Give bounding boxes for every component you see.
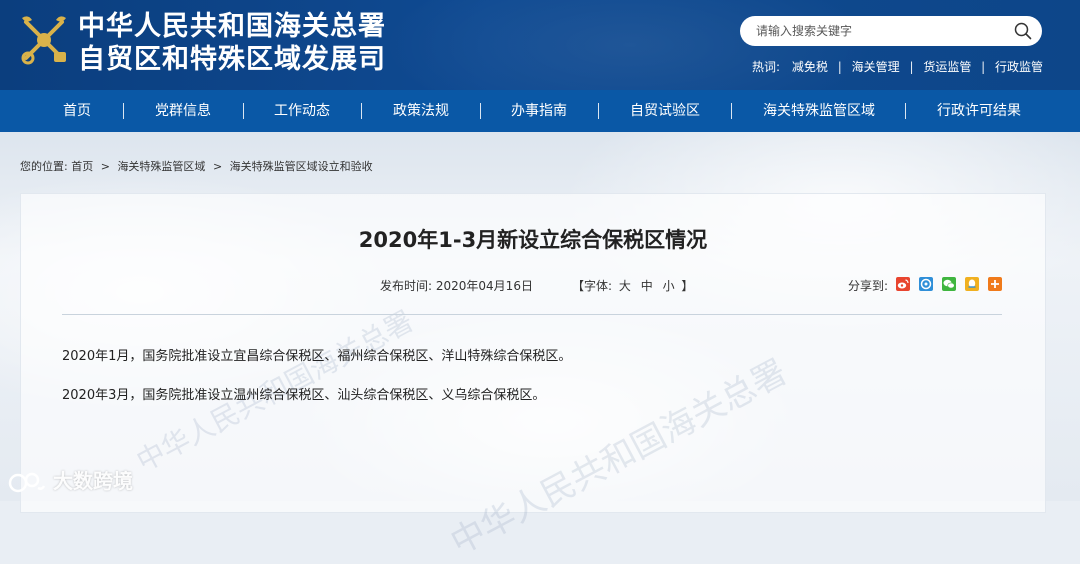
customs-emblem-icon (21, 16, 66, 65)
nav-item-ftz[interactable]: 自贸试验区 (630, 90, 700, 132)
publish-date: 2020年04月16日 (435, 279, 533, 293)
breadcrumb-home[interactable]: 首页 (71, 160, 93, 173)
breadcrumb-establishment[interactable]: 海关特殊监管区域设立和验收 (230, 160, 373, 173)
nav-item-licensing[interactable]: 行政许可结果 (937, 90, 1021, 132)
nav-divider (905, 103, 906, 119)
search-icon[interactable] (1014, 22, 1032, 40)
main-nav: 首页 党群信息 工作动态 政策法规 办事指南 自贸试验区 海关特殊监管区域 行政… (0, 90, 1080, 132)
nav-divider (361, 103, 362, 119)
weibo-icon[interactable] (896, 277, 910, 291)
hotword-link[interactable]: 海关管理 (852, 59, 900, 75)
publish-info: 发布时间: 2020年04月16日 (380, 278, 533, 294)
site-title[interactable]: 中华人民共和国海关总署 自贸区和特殊区域发展司 (78, 10, 386, 76)
breadcrumb-prefix: 您的位置: (20, 160, 68, 173)
nav-item-guide[interactable]: 办事指南 (511, 90, 567, 132)
more-icon[interactable] (988, 277, 1002, 291)
site-header: 中华人民共和国海关总署 自贸区和特殊区域发展司 热词: 减免税 | 海关管理 |… (0, 0, 1080, 90)
breadcrumb-special-zones[interactable]: 海关特殊监管区域 (117, 160, 205, 173)
breadcrumb: 您的位置: 首页 > 海关特殊监管区域 > 海关特殊监管区域设立和验收 (20, 160, 373, 174)
breadcrumb-separator: > (212, 160, 223, 173)
article-title: 2020年1-3月新设立综合保税区情况 (358, 228, 708, 252)
nav-divider (480, 103, 481, 119)
nav-item-home[interactable]: 首页 (63, 90, 91, 132)
font-label-close: 】 (681, 279, 694, 293)
hotword-divider: | (909, 60, 914, 74)
font-size-controls: 【字体: 大 中 小 】 (572, 278, 693, 294)
qq-icon[interactable] (965, 277, 979, 291)
search-box (740, 16, 1042, 46)
site-title-line1: 中华人民共和国海关总署 (78, 11, 386, 42)
font-large-button[interactable]: 大 (619, 279, 631, 293)
nav-item-special-zones[interactable]: 海关特殊监管区域 (763, 90, 875, 132)
nav-divider (731, 103, 732, 119)
wechat-icon[interactable] (942, 277, 956, 291)
font-label-open: 【字体: (572, 279, 613, 293)
hotword-link[interactable]: 减免税 (792, 59, 828, 75)
hotword-divider: | (981, 60, 986, 74)
hotwords-bar: 热词: 减免税 | 海关管理 | 货运监管 | 行政监管 (752, 59, 1043, 75)
qzone-icon[interactable] (919, 277, 933, 291)
publish-label: 发布时间: (380, 279, 433, 293)
breadcrumb-separator: > (100, 160, 110, 173)
hotwords-label: 热词: (752, 60, 781, 74)
search-input[interactable] (756, 22, 1006, 40)
share-label: 分享到: (848, 279, 889, 293)
font-medium-button[interactable]: 中 (641, 279, 653, 293)
font-small-button[interactable]: 小 (663, 279, 675, 293)
nav-item-work[interactable]: 工作动态 (274, 90, 330, 132)
nav-item-policy[interactable]: 政策法规 (393, 90, 449, 132)
hotword-divider: | (837, 60, 842, 74)
nav-divider (243, 103, 244, 119)
article-paragraph: 2020年1月，国务院批准设立宜昌综合保税区、福州综合保税区、洋山特殊综合保税区… (62, 349, 572, 364)
article-paragraph: 2020年3月，国务院批准设立温州综合保税区、汕头综合保税区、义乌综合保税区。 (62, 388, 546, 403)
hotword-link[interactable]: 货运监管 (923, 59, 971, 75)
nav-divider (598, 103, 599, 119)
nav-divider (123, 103, 124, 119)
watermark-logo-icon (8, 472, 46, 492)
article-divider (62, 314, 1002, 315)
watermark-label: 大数跨境 (52, 469, 133, 493)
site-title-line2: 自贸区和特殊区域发展司 (78, 44, 386, 75)
nav-item-party[interactable]: 党群信息 (155, 90, 211, 132)
watermark-logo: 大数跨境 (8, 466, 133, 496)
hotword-link[interactable]: 行政监管 (995, 59, 1043, 75)
